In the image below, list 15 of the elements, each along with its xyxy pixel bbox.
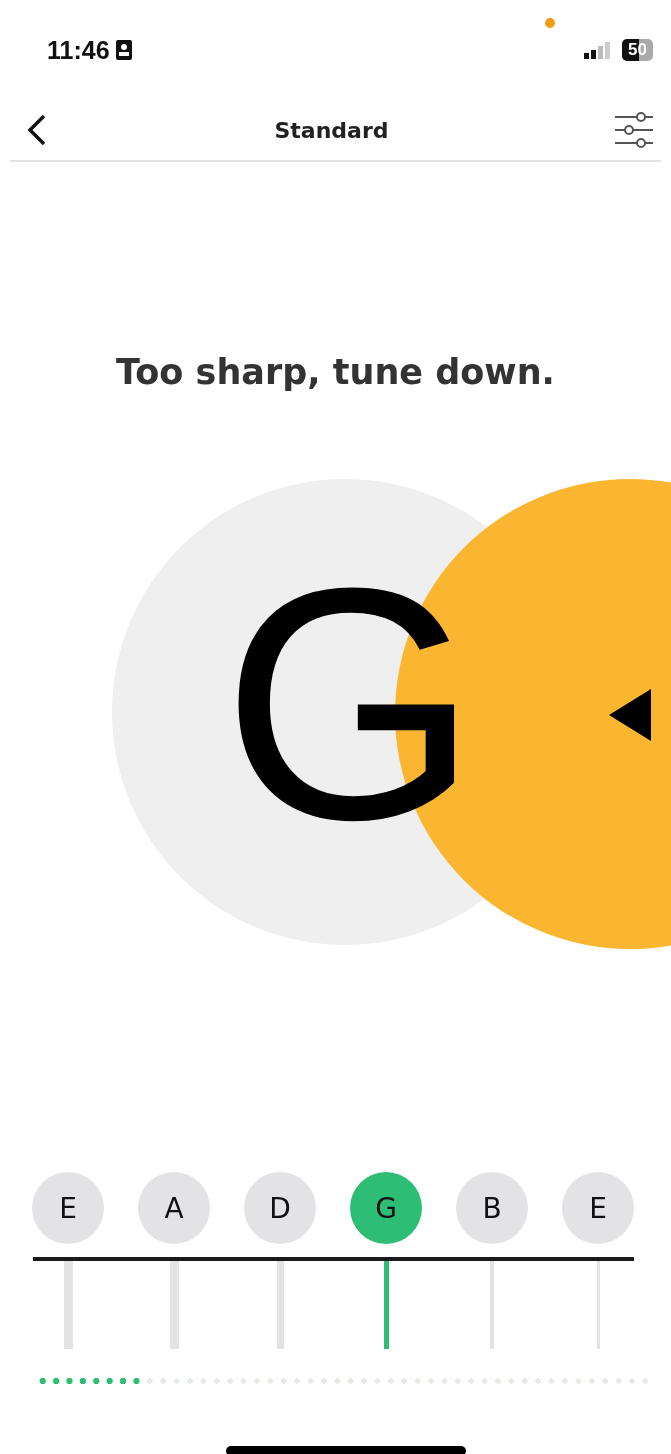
tuning-message: Too sharp, tune down. [115,352,556,392]
string-selector[interactable]: G [350,1172,422,1244]
string-selector[interactable]: D [244,1172,316,1244]
privacy-indicator-dot [545,18,555,28]
id-card-icon [115,40,132,60]
string-selector[interactable]: E [562,1172,634,1244]
back-button[interactable] [26,114,48,146]
screen-title: Standard [274,117,389,143]
signal-icon [584,41,613,59]
string-selector[interactable]: A [138,1172,210,1244]
string-selector[interactable]: E [32,1172,104,1244]
settings-button[interactable] [615,112,653,148]
status-time: 11:46 [47,35,132,65]
left-triangle-icon [609,689,651,741]
string-selector[interactable]: B [456,1172,528,1244]
